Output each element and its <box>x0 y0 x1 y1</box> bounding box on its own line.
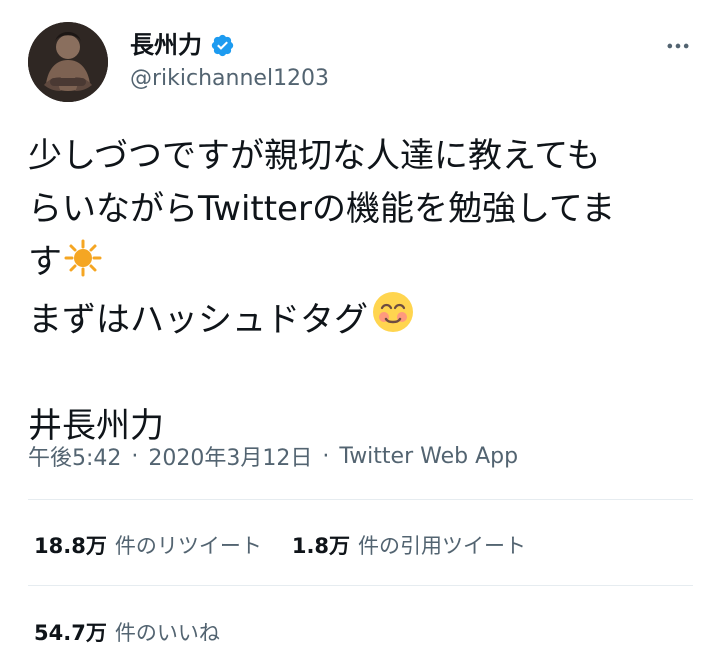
smiling-face-icon <box>370 289 413 332</box>
user-handle[interactable]: @rikichannel1203 <box>130 66 329 91</box>
stats-divider-top <box>28 499 693 500</box>
likes-label: 件のいいね <box>114 621 220 645</box>
meta-separator-1: · <box>131 443 139 469</box>
tweet-time[interactable]: 午後5:42 <box>28 440 121 472</box>
likes-stat[interactable]: 54.7万 件のいいね <box>34 617 220 647</box>
meta-separator-2: · <box>322 443 330 469</box>
likes-count: 54.7万 <box>34 621 107 645</box>
tweet-card: 長州力 @rikichannel1203 少しづつですが親切な人達に教えても ら… <box>0 0 720 670</box>
quotes-label: 件の引用ツイート <box>358 534 527 558</box>
retweets-stat[interactable]: 18.8万 件のリツイート <box>34 530 262 560</box>
display-name[interactable]: 長州力 <box>130 31 202 60</box>
quotes-stat[interactable]: 1.8万 件の引用ツイート <box>292 530 526 560</box>
tweet-line-1: 少しづつですが親切な人達に教えても <box>28 136 601 176</box>
sun-emoji-icon <box>64 239 102 277</box>
tweet-line-3: す <box>28 242 62 282</box>
tweet-source[interactable]: Twitter Web App <box>339 444 518 469</box>
more-options-icon <box>667 43 689 49</box>
tweet-date[interactable]: 2020年3月12日 <box>148 440 312 472</box>
user-avatar[interactable] <box>28 22 108 102</box>
stats-divider-middle <box>28 585 693 586</box>
tweet-meta: 午後5:42 · 2020年3月12日 · Twitter Web App <box>28 440 518 472</box>
avatar-portrait <box>28 22 108 102</box>
more-options-button[interactable] <box>664 32 692 60</box>
tweet-line-2: らいながらTwitterの機能を勉強してま <box>28 189 616 229</box>
name-row: 長州力 <box>130 28 235 62</box>
verified-badge-icon <box>210 33 235 58</box>
quotes-count: 1.8万 <box>291 534 351 558</box>
retweet-quote-stats: 18.8万 件のリツイート 1.8万 件の引用ツイート <box>34 530 526 560</box>
tweet-line-4: まずはハッシュドタグ <box>28 300 368 340</box>
tweet-header: 長州力 @rikichannel1203 <box>28 22 693 104</box>
retweets-label: 件のリツイート <box>114 534 262 558</box>
retweets-count: 18.8万 <box>34 534 107 558</box>
likes-stats: 54.7万 件のいいね <box>34 617 220 647</box>
tweet-text: 少しづつですが親切な人達に教えても らいながらTwitterの機能を勉強してま … <box>28 130 693 453</box>
